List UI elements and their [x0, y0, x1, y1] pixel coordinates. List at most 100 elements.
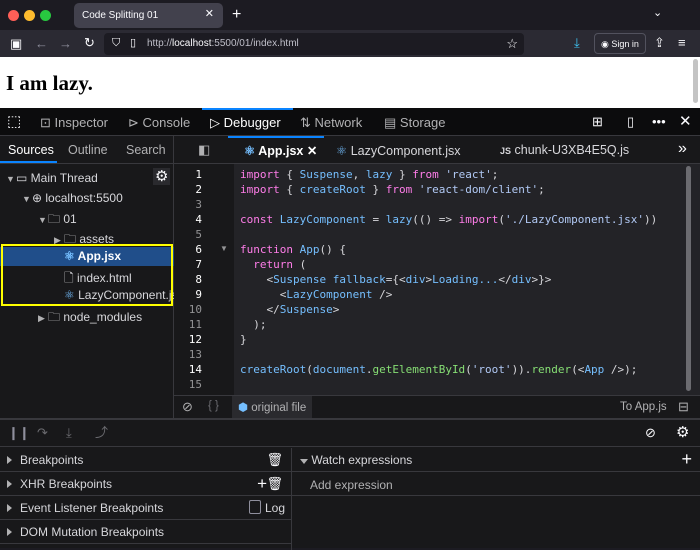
rulers-icon[interactable]: ⊞: [592, 115, 603, 128]
tab-search[interactable]: Search: [126, 143, 166, 157]
code-token: (: [292, 258, 307, 271]
bookmark-star-icon[interactable]: ☆: [506, 37, 518, 50]
breakpoints-section[interactable]: Breakpoints 🗑: [0, 448, 291, 472]
close-devtools-icon[interactable]: ✕: [679, 114, 692, 129]
reload-icon[interactable]: ↻: [84, 36, 95, 49]
minimize-window-button[interactable]: [24, 10, 35, 21]
trash-icon[interactable]: 🗑: [266, 477, 283, 490]
line-number[interactable]: 14: [174, 363, 202, 378]
url-host: localhost: [172, 38, 212, 49]
close-window-button[interactable]: [8, 10, 19, 21]
more-tabs-icon[interactable]: »: [678, 141, 687, 157]
zoom-window-button[interactable]: [40, 10, 51, 21]
event-listener-breakpoints-section[interactable]: Event Listener Breakpoints Log: [0, 496, 291, 520]
code-token: <: [240, 273, 274, 286]
tab-sources[interactable]: Sources: [8, 143, 54, 157]
execution-toolbar: ❙❙ ↷ ⤓ ⤴ ⊘ ⚙: [0, 420, 700, 447]
sidebar-icon[interactable]: ▣: [10, 37, 22, 50]
line-number[interactable]: 6: [174, 243, 202, 258]
step-out-icon[interactable]: ⤴: [95, 426, 108, 439]
shield-icon[interactable]: ⛉: [112, 38, 120, 49]
url-bar[interactable]: ⛉ ▯ http://localhost:5500/01/index.html …: [104, 33, 524, 55]
add-watch-icon[interactable]: +: [681, 450, 692, 468]
editor-tab-chunk[interactable]: JS chunk-U3XB4E5Q.js: [500, 143, 629, 157]
fold-toggle-icon[interactable]: ▼: [220, 244, 228, 253]
extensions-icon[interactable]: ⇪: [654, 36, 665, 49]
close-tab-icon[interactable]: ✕: [307, 144, 317, 158]
chevron-down-icon[interactable]: ⌄: [653, 8, 662, 19]
toggle-panel-icon[interactable]: ⊟: [678, 400, 689, 413]
line-number[interactable]: 5: [174, 228, 202, 243]
code-token: {: [279, 183, 300, 196]
log-checkbox[interactable]: [249, 500, 261, 514]
new-tab-icon[interactable]: +: [232, 7, 241, 23]
line-number[interactable]: 13: [174, 348, 202, 363]
code-token: LazyComponent: [279, 213, 366, 226]
tree-item[interactable]: ▼⊕ localhost:5500: [0, 189, 174, 208]
line-number[interactable]: 15: [174, 378, 202, 393]
code-line: <LazyComponent />: [240, 288, 393, 303]
tool-tab-storage[interactable]: ▤ Storage: [384, 108, 445, 136]
trash-icon[interactable]: 🗑: [266, 453, 283, 466]
tree-item[interactable]: ▼▭ Main Thread: [0, 169, 174, 188]
line-number[interactable]: 11: [174, 318, 202, 333]
editor-tab-app-jsx[interactable]: ⚛ App.jsx ✕: [244, 143, 317, 158]
log-label: Log: [264, 501, 285, 515]
step-over-icon[interactable]: ↷: [37, 426, 48, 439]
line-number[interactable]: 3: [174, 198, 202, 213]
expanded-icon[interactable]: ▼: [22, 194, 32, 204]
responsive-design-icon[interactable]: ▯: [627, 115, 634, 128]
line-number[interactable]: 10: [174, 303, 202, 318]
expanded-icon[interactable]: ▼: [6, 174, 16, 184]
expanded-icon[interactable]: ▼: [38, 215, 48, 225]
more-options-icon[interactable]: •••: [652, 115, 666, 128]
pause-icon[interactable]: ❙❙: [8, 426, 30, 439]
tool-tab-debugger[interactable]: ▷ Debugger: [202, 108, 293, 136]
line-number[interactable]: 8: [174, 273, 202, 288]
tab-outline[interactable]: Outline: [68, 143, 108, 157]
forward-icon[interactable]: →: [59, 37, 72, 50]
line-number[interactable]: 9: [174, 288, 202, 303]
page-scrollbar[interactable]: [693, 59, 698, 103]
code-line: );: [240, 318, 266, 333]
browser-tab[interactable]: Code Splitting 01 ✕: [74, 3, 223, 28]
tool-tab-console[interactable]: ⊳ Console: [128, 108, 190, 136]
sources-sidebar: Sources Outline Search ⚙ ▼▭ Main Thread ▼…: [0, 136, 183, 418]
code-token: Suspense: [273, 273, 327, 286]
collapsed-icon[interactable]: ▶: [38, 313, 48, 324]
sign-in-button[interactable]: ◉ Sign in: [594, 33, 646, 54]
dom-mutation-breakpoints-section[interactable]: DOM Mutation Breakpoints: [0, 520, 291, 544]
original-file-button[interactable]: ⬢ original file: [232, 396, 313, 418]
watch-pane: Watch expressions + Add expression: [291, 448, 700, 550]
disable-breakpoints-icon[interactable]: ⊘: [182, 400, 193, 413]
line-number[interactable]: 1: [174, 168, 202, 183]
code-editor[interactable]: 1 import { Suspense, lazy } from 'react';…: [174, 164, 692, 395]
step-in-icon[interactable]: ⤓: [66, 426, 72, 439]
xhr-breakpoints-section[interactable]: XHR Breakpoints + 🗑: [0, 472, 291, 496]
download-icon[interactable]: ⤓: [574, 36, 580, 49]
element-picker-icon[interactable]: ⬚: [7, 114, 21, 129]
to-source-link[interactable]: To App.js: [620, 401, 667, 413]
menu-icon[interactable]: ≡: [678, 36, 686, 49]
line-number[interactable]: 12: [174, 333, 202, 348]
code-line: <Suspense fallback={<div>Loading...</div…: [240, 273, 551, 288]
code-token: Suspense: [279, 303, 333, 316]
line-number[interactable]: 4: [174, 213, 202, 228]
toggle-sidebar-icon[interactable]: ◧: [198, 143, 210, 156]
tree-item[interactable]: ▶ 🗀 node_modules: [0, 306, 174, 325]
line-number[interactable]: 2: [174, 183, 202, 198]
editor-tab-lazycomponent[interactable]: ⚛ LazyComponent.jsx: [336, 143, 460, 158]
tree-item[interactable]: ▼🗀 01: [0, 208, 174, 227]
tool-tab-network[interactable]: ⇅ Network: [300, 108, 362, 136]
editor-scrollbar[interactable]: [686, 166, 691, 391]
watch-expressions-header[interactable]: Watch expressions +: [292, 448, 700, 472]
close-tab-icon[interactable]: ✕: [205, 9, 214, 20]
pretty-print-button[interactable]: { }: [208, 400, 219, 412]
tool-tab-inspector[interactable]: ⊡ Inspector: [40, 108, 108, 136]
devtools-toolbar: ⬚ ⊡ Inspector ⊳ Console ▷ Debugger ⇅ Net…: [0, 108, 700, 136]
add-expression-input[interactable]: Add expression: [292, 472, 700, 496]
back-icon[interactable]: ←: [35, 37, 48, 50]
settings-gear-icon[interactable]: ⚙: [676, 425, 689, 440]
line-number[interactable]: 7: [174, 258, 202, 273]
deactivate-breakpoints-icon[interactable]: ⊘: [645, 426, 656, 439]
